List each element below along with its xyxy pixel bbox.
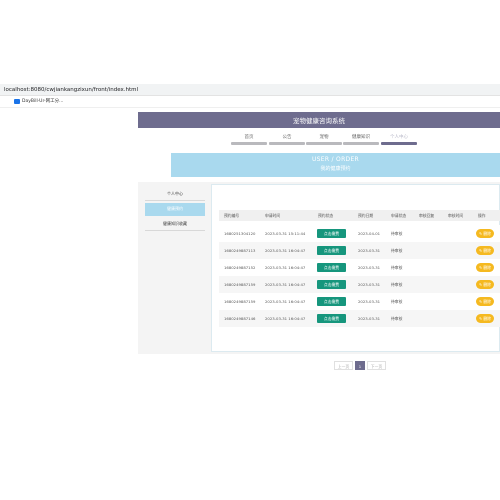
table-row: 1680251304120 2023-03-31 15:11:44 点击缴费 2… — [219, 225, 500, 242]
appointment-date: 2023-03-31 — [358, 265, 381, 270]
user-sidebar: 个人中心 健康预约 健康知识收藏 — [145, 188, 205, 233]
pay-button[interactable]: 点击缴费 — [317, 246, 346, 255]
pay-button[interactable]: 点击缴费 — [317, 314, 346, 323]
delete-label: 删除 — [483, 248, 491, 253]
appointment-id: 1680249887152 — [224, 265, 256, 270]
pay-button[interactable]: 点击缴费 — [317, 280, 346, 289]
apply-time: 2023-03-31 16:04:47 — [265, 282, 306, 287]
banner-title: USER / ORDER — [311, 156, 360, 163]
appointment-date: 2023-04-01 — [358, 231, 381, 236]
column-header: 操作 — [478, 213, 486, 218]
apply-time: 2023-03-31 15:11:44 — [265, 231, 306, 236]
nav-item-notice[interactable]: 公告 — [269, 133, 305, 145]
nav-item-pets[interactable]: 宠物 — [306, 133, 342, 145]
nav-label: 个人中心 — [390, 135, 408, 140]
next-page-button[interactable]: 下一页 — [367, 361, 386, 370]
delete-button[interactable]: ✎ 删除 — [476, 246, 494, 255]
sidebar-item-favorites[interactable]: 健康知识收藏 — [145, 218, 205, 231]
delete-button[interactable]: ✎ 删除 — [476, 280, 494, 289]
apply-time: 2023-03-31 16:04:47 — [265, 265, 306, 270]
pay-button[interactable]: 点击缴费 — [317, 297, 346, 306]
folder-icon — [14, 98, 20, 104]
nav-underline — [343, 142, 379, 145]
appointment-id: 1680249887159 — [224, 299, 256, 304]
pay-button[interactable]: 点击缴费 — [317, 263, 346, 272]
column-header: 审核时间 — [448, 213, 464, 218]
page: localhost:8080/cwjiankangzixun/front/ind… — [0, 0, 500, 500]
nav-label: 首页 — [244, 135, 254, 140]
column-header: 预约编号 — [224, 213, 240, 218]
apply-status: 待审核 — [391, 265, 403, 270]
nav-item-home[interactable]: 首页 — [231, 133, 267, 145]
sidebar-item-user-center[interactable]: 个人中心 — [145, 188, 205, 201]
nav-label: 健康知识 — [352, 135, 370, 140]
column-header: 申请状态 — [391, 213, 407, 218]
page-number-button[interactable]: 1 — [355, 361, 365, 370]
nav-item-health-knowledge[interactable]: 健康知识 — [343, 133, 379, 145]
nav-underline — [306, 142, 342, 145]
table-header: 预约编号 申请时间 预约状态 预约日期 申请状态 审核回复 审核时间 操作 — [219, 210, 500, 221]
apply-status: 待审核 — [391, 316, 403, 321]
delete-label: 删除 — [483, 265, 491, 270]
delete-label: 删除 — [483, 299, 491, 304]
sidebar-item-appointments[interactable]: 健康预约 — [145, 203, 205, 216]
delete-button[interactable]: ✎ 删除 — [476, 263, 494, 272]
appointment-date: 2023-03-31 — [358, 299, 381, 304]
nav-underline — [269, 142, 305, 145]
table-row: 1680249887113 2023-03-31 16:04:47 点击缴费 2… — [219, 242, 500, 259]
apply-time: 2023-03-31 16:04:47 — [265, 299, 306, 304]
nav-label: 公告 — [282, 135, 292, 140]
main-nav: 首页 公告 宠物 健康知识 个人中心 — [138, 128, 500, 148]
section-banner: USER / ORDER 我的健康预约 — [171, 153, 500, 177]
column-header: 审核回复 — [419, 213, 435, 218]
nav-underline — [381, 142, 417, 145]
apply-time: 2023-03-31 16:04:47 — [265, 316, 306, 321]
appointment-date: 2023-03-31 — [358, 316, 381, 321]
appointment-id: 1680249887146 — [224, 316, 256, 321]
column-header: 申请时间 — [265, 213, 281, 218]
delete-button[interactable]: ✎ 删除 — [476, 297, 494, 306]
appointment-id: 1680249887113 — [224, 248, 256, 253]
bookmark-item[interactable]: DayBill·Ur-网工分... — [14, 98, 63, 104]
apply-status: 待审核 — [391, 231, 403, 236]
sidebar-item-label: 个人中心 — [167, 191, 183, 196]
bookmarks-bar: DayBill·Ur-网工分... — [0, 96, 500, 108]
sidebar-item-label: 健康知识收藏 — [163, 221, 187, 226]
appointment-date: 2023-03-31 — [358, 282, 381, 287]
column-header: 预约日期 — [358, 213, 374, 218]
table-row: 1680249887159 2023-03-31 16:04:47 点击缴费 2… — [219, 276, 500, 293]
column-header: 预约状态 — [318, 213, 334, 218]
nav-item-user-center[interactable]: 个人中心 — [381, 133, 417, 145]
appointment-date: 2023-03-31 — [358, 248, 381, 253]
nav-underline — [231, 142, 267, 145]
delete-label: 删除 — [483, 282, 491, 287]
bookmark-label: DayBill·Ur-网工分... — [22, 99, 64, 104]
sidebar-item-label: 健康预约 — [167, 206, 183, 211]
appointment-id: 1680249887159 — [224, 282, 256, 287]
banner-subtitle: 我的健康预约 — [320, 166, 351, 172]
apply-status: 待审核 — [391, 248, 403, 253]
nav-label: 宠物 — [319, 135, 329, 140]
table-row: 1680249887159 2023-03-31 16:04:47 点击缴费 2… — [219, 293, 500, 310]
delete-button[interactable]: ✎ 删除 — [476, 314, 494, 323]
table-row: 1680249887146 2023-03-31 16:04:47 点击缴费 2… — [219, 310, 500, 327]
delete-label: 删除 — [483, 316, 491, 321]
address-bar[interactable]: localhost:8080/cwjiankangzixun/front/ind… — [0, 84, 500, 96]
delete-label: 删除 — [483, 231, 491, 236]
table-row: 1680249887152 2023-03-31 16:04:47 点击缴费 2… — [219, 259, 500, 276]
apply-status: 待审核 — [391, 299, 403, 304]
site-header: 宠物健康咨询系统 — [138, 112, 500, 128]
url-text[interactable]: localhost:8080/cwjiankangzixun/front/ind… — [4, 85, 138, 95]
site-title: 宠物健康咨询系统 — [293, 117, 345, 125]
appointment-id: 1680251304120 — [224, 231, 256, 236]
pay-button[interactable]: 点击缴费 — [317, 229, 346, 238]
apply-status: 待审核 — [391, 282, 403, 287]
apply-time: 2023-03-31 16:04:47 — [265, 248, 306, 253]
prev-page-button[interactable]: 上一页 — [334, 361, 353, 370]
delete-button[interactable]: ✎ 删除 — [476, 229, 494, 238]
